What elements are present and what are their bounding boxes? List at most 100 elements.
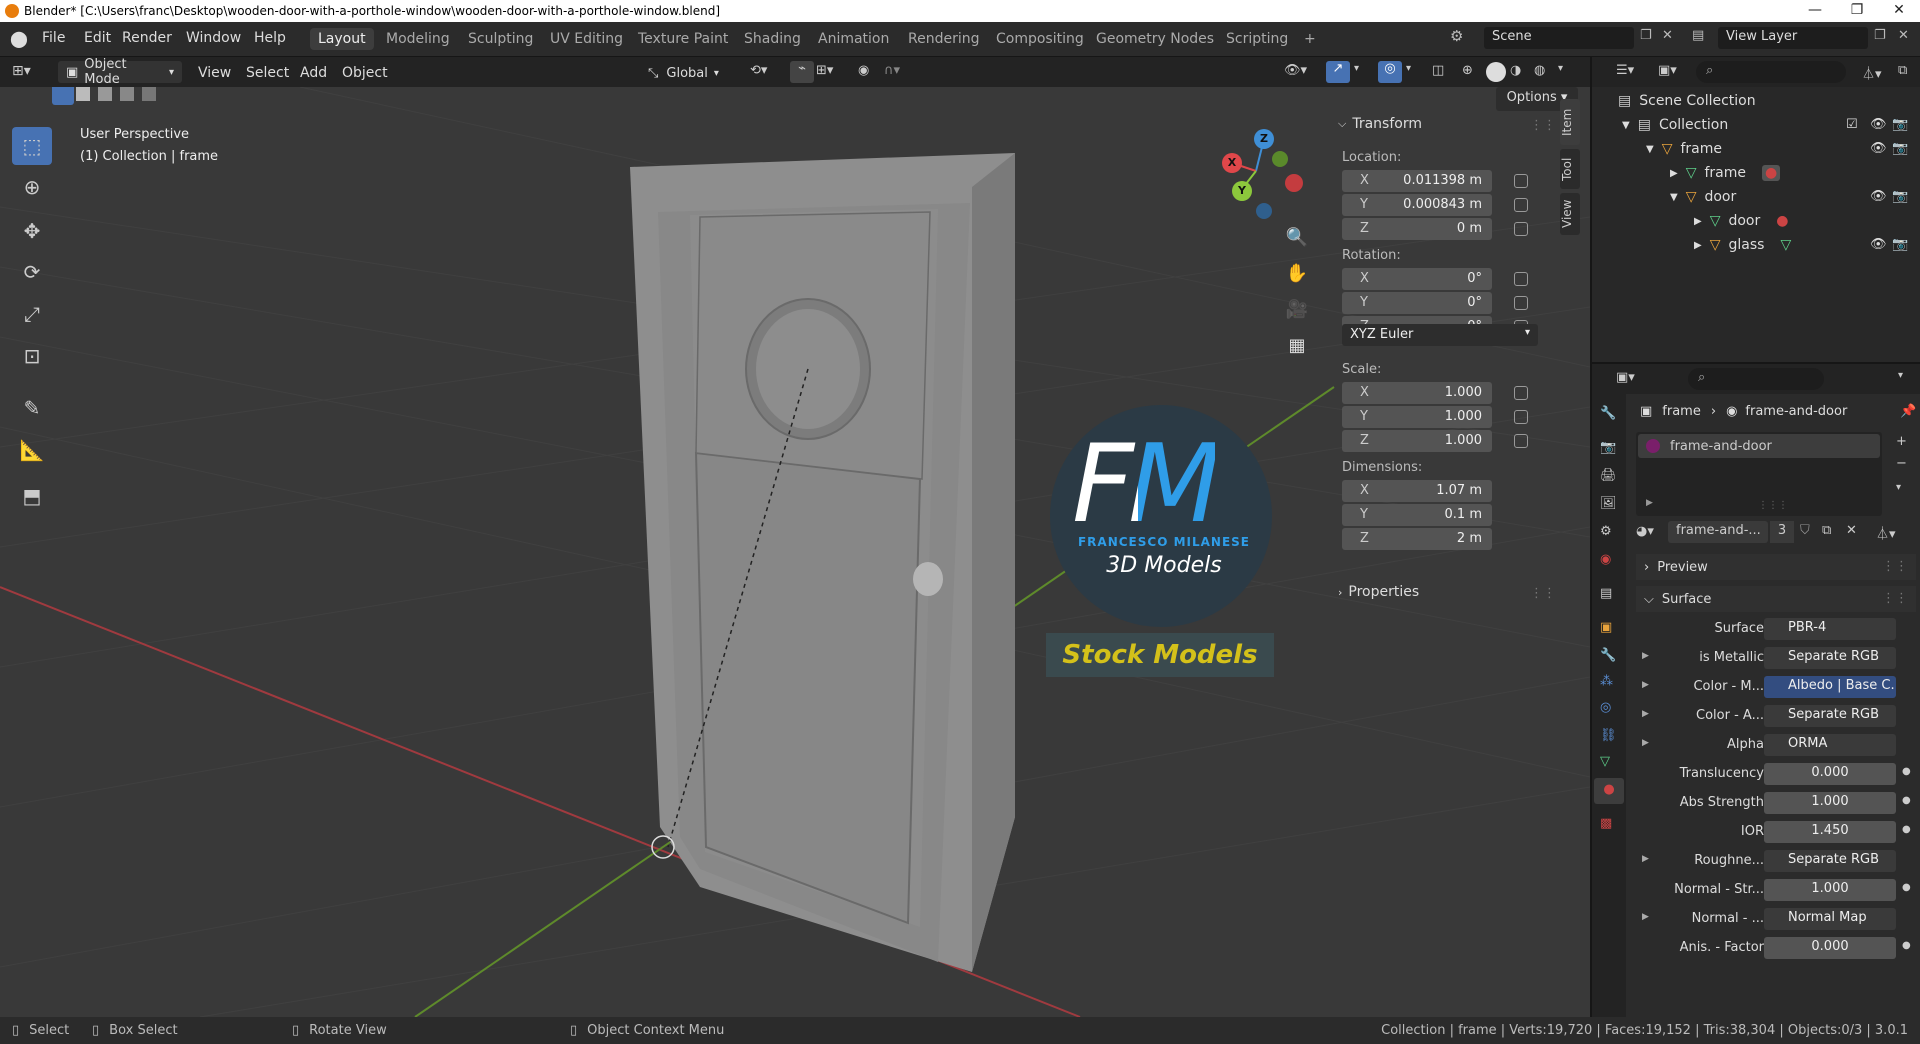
camera-icon[interactable]: 🎥 xyxy=(1282,299,1312,329)
rotation-mode-select[interactable]: XYZ Euler ▾ xyxy=(1342,324,1538,346)
menu-render[interactable]: Render xyxy=(118,30,176,46)
minimize-button[interactable]: — xyxy=(1800,2,1830,20)
material-shading-icon[interactable]: ◑ xyxy=(1510,63,1521,78)
surface-panel-header[interactable]: ⌵ Surface ⋮⋮ xyxy=(1636,586,1916,612)
select-subtract-icon[interactable] xyxy=(98,87,112,101)
menu-file[interactable]: File xyxy=(38,30,69,46)
xray-icon[interactable]: ◫ xyxy=(1432,63,1444,78)
render-tab-icon[interactable]: 📷 xyxy=(1600,440,1616,455)
select-intersect-icon[interactable] xyxy=(142,87,156,101)
gizmo-toggle-icon[interactable]: ↗ xyxy=(1326,61,1350,83)
menu-help[interactable]: Help xyxy=(250,30,290,46)
scene-tab-icon[interactable]: ⚙ xyxy=(1600,524,1612,539)
tab-sculpting[interactable]: Sculpting xyxy=(460,28,541,50)
material-filter-icon[interactable]: ⏃▾ xyxy=(1876,523,1896,542)
drag-handle-icon[interactable]: ⋮⋮ xyxy=(1530,586,1556,601)
data-tab-icon[interactable]: ▽ xyxy=(1600,754,1610,769)
tab-layout[interactable]: Layout xyxy=(310,28,374,50)
filter-icon[interactable]: ⏃▾ xyxy=(1862,63,1882,82)
pivot-icon[interactable]: ⟲▾ xyxy=(750,63,767,78)
surface-row-value[interactable]: ORMA xyxy=(1764,734,1896,756)
gizmo-x-icon[interactable]: X xyxy=(1222,153,1242,173)
transform-header[interactable]: ⌵ Transform xyxy=(1338,116,1422,132)
restore-button[interactable]: ❐ xyxy=(1842,2,1872,20)
chevron-down-icon[interactable]: ▾ xyxy=(1898,370,1903,381)
chevron-down-icon[interactable]: ▾ xyxy=(1558,63,1563,74)
tab-scripting[interactable]: Scripting xyxy=(1218,28,1296,50)
snap-target-icon[interactable]: ⊞▾ xyxy=(816,63,833,78)
menu-object[interactable]: Object xyxy=(342,65,388,81)
fake-user-icon[interactable]: ⛉ xyxy=(1800,523,1810,538)
properties-search-input[interactable]: ⌕ xyxy=(1688,368,1824,390)
lock-icon[interactable] xyxy=(1514,272,1528,286)
tool-tab-icon[interactable]: 🔧 xyxy=(1600,406,1616,421)
menu-view[interactable]: View xyxy=(198,65,231,81)
exclude-checkbox-icon[interactable]: ☑ xyxy=(1846,117,1858,132)
surface-row-value[interactable]: 1.000 xyxy=(1764,792,1896,814)
transform-tool-icon[interactable]: ⊡ xyxy=(12,337,52,375)
surface-row-value[interactable]: Normal Map xyxy=(1764,908,1896,930)
chevron-down-icon[interactable]: ▾ xyxy=(1354,63,1359,74)
scale-x-field[interactable]: X 1.000 xyxy=(1342,382,1492,404)
properties-editor-icon[interactable]: ▣▾ xyxy=(1616,370,1635,385)
rotation-y-field[interactable]: Y 0° xyxy=(1342,292,1492,314)
material-browse-icon[interactable]: ◕▾ xyxy=(1636,524,1654,539)
pin-icon[interactable]: 📌 xyxy=(1900,404,1916,419)
chevron-right-icon[interactable]: ▶ xyxy=(1646,498,1653,508)
tab-shading[interactable]: Shading xyxy=(736,28,809,50)
camera-render-icon[interactable]: 📷 xyxy=(1892,237,1908,252)
select-extend-icon[interactable] xyxy=(76,87,90,101)
tab-geometry-nodes[interactable]: Geometry Nodes xyxy=(1088,28,1222,50)
menu-edit[interactable]: Edit xyxy=(80,30,115,46)
keyframe-dot-icon[interactable]: ● xyxy=(1902,795,1911,806)
outliner-editor-icon[interactable]: ☰▾ xyxy=(1616,63,1634,78)
drag-handle-icon[interactable]: ⋮⋮⋮ xyxy=(1758,500,1788,511)
remove-slot-icon[interactable]: − xyxy=(1896,456,1907,471)
dimensions-y-field[interactable]: Y 0.1 m xyxy=(1342,504,1492,526)
location-y-field[interactable]: Y 0.000843 m xyxy=(1342,194,1492,216)
keyframe-dot-icon[interactable]: ● xyxy=(1902,824,1911,835)
lock-icon[interactable] xyxy=(1514,386,1528,400)
transform-orientation-selector[interactable]: ⤡ Global ▾ xyxy=(648,62,719,84)
snap-icon[interactable]: ⌁ xyxy=(790,61,814,83)
keyframe-dot-icon[interactable]: ● xyxy=(1902,882,1911,893)
tab-compositing[interactable]: Compositing xyxy=(988,28,1092,50)
lock-icon[interactable] xyxy=(1514,222,1528,236)
outliner-item-door-object[interactable]: ▼ ▽ door xyxy=(1670,185,1736,209)
outliner-item-frame-object[interactable]: ▼ ▽ frame xyxy=(1646,137,1722,161)
select-invert-icon[interactable] xyxy=(120,87,134,101)
navigation-gizmo[interactable]: Z X Y xyxy=(1210,125,1310,225)
chevron-right-icon[interactable]: ▶ xyxy=(1642,738,1649,748)
surface-row-value[interactable]: PBR-4 xyxy=(1764,618,1896,640)
outliner-item-collection[interactable]: ▼ ▤ Collection xyxy=(1622,113,1728,137)
delete-scene-icon[interactable]: ✕ xyxy=(1662,28,1673,43)
chevron-down-icon[interactable]: ▾ xyxy=(1896,482,1901,493)
grid-perspective-icon[interactable]: ▦ xyxy=(1282,335,1312,365)
menu-window[interactable]: Window xyxy=(182,30,245,46)
menu-select[interactable]: Select xyxy=(246,65,289,81)
delete-view-layer-icon[interactable]: ✕ xyxy=(1898,28,1909,43)
dimensions-z-field[interactable]: Z 2 m xyxy=(1342,528,1492,550)
preview-panel-header[interactable]: › Preview ⋮⋮ xyxy=(1636,554,1916,580)
material-slot-item[interactable]: frame-and-door xyxy=(1638,434,1880,458)
display-mode-icon[interactable]: ▣▾ xyxy=(1658,63,1677,78)
view-layer-selector[interactable]: View Layer xyxy=(1718,27,1868,49)
object-tab-icon[interactable]: ▣ xyxy=(1600,620,1612,635)
mode-selector[interactable]: ▣ Object Mode ▾ xyxy=(58,57,182,87)
surface-row-value[interactable]: 1.450 xyxy=(1764,821,1896,843)
location-z-field[interactable]: Z 0 m xyxy=(1342,218,1492,240)
rotation-x-field[interactable]: X 0° xyxy=(1342,268,1492,290)
tab-rendering[interactable]: Rendering xyxy=(900,28,988,50)
surface-row-value[interactable]: 0.000 xyxy=(1764,937,1896,959)
chevron-right-icon[interactable]: ▶ xyxy=(1642,680,1649,690)
move-tool-icon[interactable]: ✥ xyxy=(12,212,52,250)
material-name-field[interactable]: frame-and-... xyxy=(1668,521,1768,543)
keyframe-dot-icon[interactable]: ● xyxy=(1902,940,1911,951)
scale-tool-icon[interactable]: ⤢ xyxy=(12,295,52,333)
new-view-layer-icon[interactable]: ❐ xyxy=(1874,28,1886,43)
surface-row-value[interactable]: Separate RGB xyxy=(1764,705,1896,727)
location-x-field[interactable]: X 0.011398 m xyxy=(1342,170,1492,192)
eye-icon[interactable]: 👁 xyxy=(1870,237,1887,252)
particles-tab-icon[interactable]: ⁂ xyxy=(1600,674,1613,689)
camera-render-icon[interactable]: 📷 xyxy=(1892,189,1908,204)
